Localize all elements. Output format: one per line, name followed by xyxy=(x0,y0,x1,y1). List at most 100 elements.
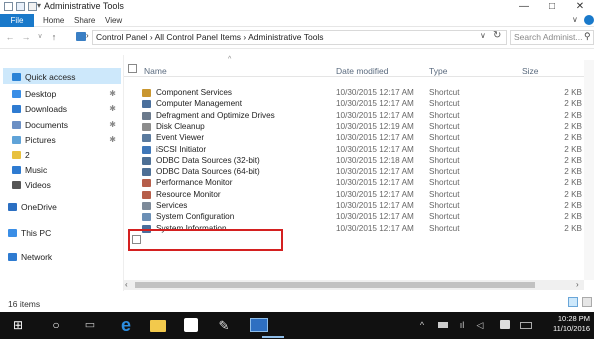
show-hidden-icons-icon[interactable]: ^ xyxy=(416,312,428,339)
address-dropdown-icon[interactable]: ∨ xyxy=(480,31,486,40)
maximize-button[interactable]: □ xyxy=(538,0,566,14)
sidebar-item-onedrive[interactable]: OneDrive xyxy=(8,200,118,214)
sidebar-item-quick-access[interactable]: Quick access xyxy=(12,70,122,84)
table-row[interactable]: Defragment and Optimize Drives 10/30/2015… xyxy=(124,110,582,121)
ribbon-expand-icon[interactable]: ∨ xyxy=(572,15,578,24)
recent-locations-icon[interactable]: ∨ xyxy=(34,31,46,43)
forward-icon[interactable]: → xyxy=(20,31,32,43)
sidebar-item-videos[interactable]: Videos xyxy=(12,178,122,192)
paint-icon[interactable]: ✎ xyxy=(214,312,234,339)
help-icon[interactable] xyxy=(584,15,594,25)
file-type: Shortcut xyxy=(429,121,460,131)
vertical-scrollbar[interactable] xyxy=(584,60,594,280)
sidebar-item-label: Videos xyxy=(25,180,51,190)
table-row[interactable]: Computer Management 10/30/2015 12:17 AM Sh… xyxy=(124,98,582,109)
file-size: 2 KB xyxy=(564,110,582,120)
back-icon[interactable]: ← xyxy=(4,31,16,43)
taskbar-clock[interactable]: 10:28 PM 11/10/2016 xyxy=(553,314,590,334)
file-name: Defragment and Optimize Drives xyxy=(156,110,275,120)
new-folder-icon[interactable] xyxy=(28,2,37,11)
odbc-icon xyxy=(142,168,151,177)
sidebar-item-documents[interactable]: Documents ✱ xyxy=(12,118,122,132)
details-view-icon[interactable] xyxy=(568,297,578,307)
file-name: Computer Management xyxy=(156,99,243,109)
sidebar-item-this-pc[interactable]: This PC xyxy=(8,226,118,240)
table-row[interactable]: Disk Cleanup 10/30/2015 12:19 AM Shortcut 2… xyxy=(124,121,582,132)
close-button[interactable]: ✕ xyxy=(566,0,594,14)
file-tab[interactable]: File xyxy=(0,14,34,27)
control-panel-icon xyxy=(76,32,86,41)
properties-icon[interactable] xyxy=(16,2,25,11)
sidebar-item-label: Music xyxy=(25,165,48,175)
horizontal-scroll-thumb[interactable] xyxy=(135,282,535,288)
quick-access-dropdown-icon[interactable]: ▾ xyxy=(37,1,41,10)
store-icon[interactable] xyxy=(184,318,198,332)
folder-icon[interactable] xyxy=(4,2,13,11)
file-type: Shortcut xyxy=(429,223,460,233)
search-icon[interactable]: ⚲ xyxy=(584,31,591,42)
pin-icon[interactable]: ✱ xyxy=(109,87,116,101)
table-row[interactable]: Services 10/30/2015 12:17 AM Shortcut 2 KB xyxy=(124,200,582,211)
file-size: 2 KB xyxy=(564,99,582,109)
table-row[interactable]: Resource Monitor 10/30/2015 12:17 AM Short… xyxy=(124,189,582,200)
file-name: System Configuration xyxy=(156,212,235,222)
row-checkbox[interactable] xyxy=(132,235,141,244)
action-center-icon[interactable] xyxy=(500,320,510,329)
edge-icon[interactable]: e xyxy=(114,312,138,339)
select-all-checkbox[interactable] xyxy=(128,64,137,73)
battery-icon[interactable] xyxy=(438,322,448,328)
column-header-date[interactable]: Date modified xyxy=(336,66,388,76)
refresh-icon[interactable]: ↻ xyxy=(493,30,501,41)
table-row[interactable]: Component Services 10/30/2015 12:17 AM Sho… xyxy=(124,87,582,98)
star-icon xyxy=(12,73,21,81)
sidebar-item-2[interactable]: 2 xyxy=(12,148,122,162)
pin-icon[interactable]: ✱ xyxy=(109,133,116,147)
large-icons-view-icon[interactable] xyxy=(582,297,592,307)
file-date-modified: 10/30/2015 12:17 AM xyxy=(336,133,414,143)
tab-view[interactable]: View xyxy=(105,14,122,27)
table-row[interactable]: ODBC Data Sources (64-bit) 10/30/2015 12:… xyxy=(124,166,582,177)
minimize-button[interactable]: — xyxy=(510,0,538,14)
table-row[interactable]: System Configuration 10/30/2015 12:17 AM S… xyxy=(124,211,582,222)
file-date-modified: 10/30/2015 12:17 AM xyxy=(336,189,414,199)
table-row[interactable]: ODBC Data Sources (32-bit) 10/30/2015 12:… xyxy=(124,155,582,166)
pin-icon[interactable]: ✱ xyxy=(109,118,116,132)
sidebar-item-network[interactable]: Network xyxy=(8,250,118,264)
file-date-modified: 10/30/2015 12:17 AM xyxy=(336,110,414,120)
column-header-type[interactable]: Type xyxy=(429,66,447,76)
resource-monitor-icon xyxy=(142,190,151,199)
control-panel-icon[interactable] xyxy=(250,318,268,332)
column-header-name[interactable]: Name xyxy=(144,66,167,76)
column-header-size[interactable]: Size xyxy=(522,66,539,76)
file-size: 2 KB xyxy=(564,121,582,131)
breadcrumb[interactable]: Control Panel › All Control Panel Items … xyxy=(96,32,324,42)
task-view-icon[interactable]: ▭ xyxy=(80,312,100,339)
pin-icon[interactable]: ✱ xyxy=(109,102,116,116)
window-title: Administrative Tools xyxy=(44,1,124,11)
file-name: ODBC Data Sources (64-bit) xyxy=(156,167,260,177)
table-row[interactable]: Event Viewer 10/30/2015 12:17 AM Shortcut 2… xyxy=(124,132,582,143)
breadcrumb-chevron-icon: › xyxy=(86,31,89,40)
table-row[interactable]: iSCSI Initiator 10/30/2015 12:17 AM Shortc… xyxy=(124,144,582,155)
sidebar-item-music[interactable]: Music xyxy=(12,163,122,177)
sidebar-item-pictures[interactable]: Pictures ✱ xyxy=(12,133,122,147)
start-icon[interactable]: ⊞ xyxy=(8,312,28,339)
up-icon[interactable]: ↑ xyxy=(48,31,60,43)
file-type: Shortcut xyxy=(429,110,460,120)
file-size: 2 KB xyxy=(564,133,582,143)
tab-home[interactable]: Home xyxy=(43,14,64,27)
network-status-icon[interactable]: ıl xyxy=(456,312,468,339)
file-explorer-icon[interactable] xyxy=(150,320,166,332)
table-row[interactable]: Performance Monitor 10/30/2015 12:17 AM Sh… xyxy=(124,177,582,188)
keyboard-icon[interactable] xyxy=(520,322,532,329)
file-date-modified: 10/30/2015 12:17 AM xyxy=(336,167,414,177)
tab-share[interactable]: Share xyxy=(74,14,95,27)
volume-icon[interactable]: ◁ xyxy=(474,312,486,339)
sidebar-item-desktop[interactable]: Desktop ✱ xyxy=(12,87,122,101)
clock-time: 10:28 PM xyxy=(557,314,590,323)
sidebar-item-label: Documents xyxy=(25,120,68,130)
sidebar-item-downloads[interactable]: Downloads ✱ xyxy=(12,102,122,116)
search-icon[interactable]: ○ xyxy=(46,312,66,339)
scroll-left-icon[interactable]: ‹ xyxy=(125,280,128,289)
scroll-right-icon[interactable]: › xyxy=(576,280,579,289)
